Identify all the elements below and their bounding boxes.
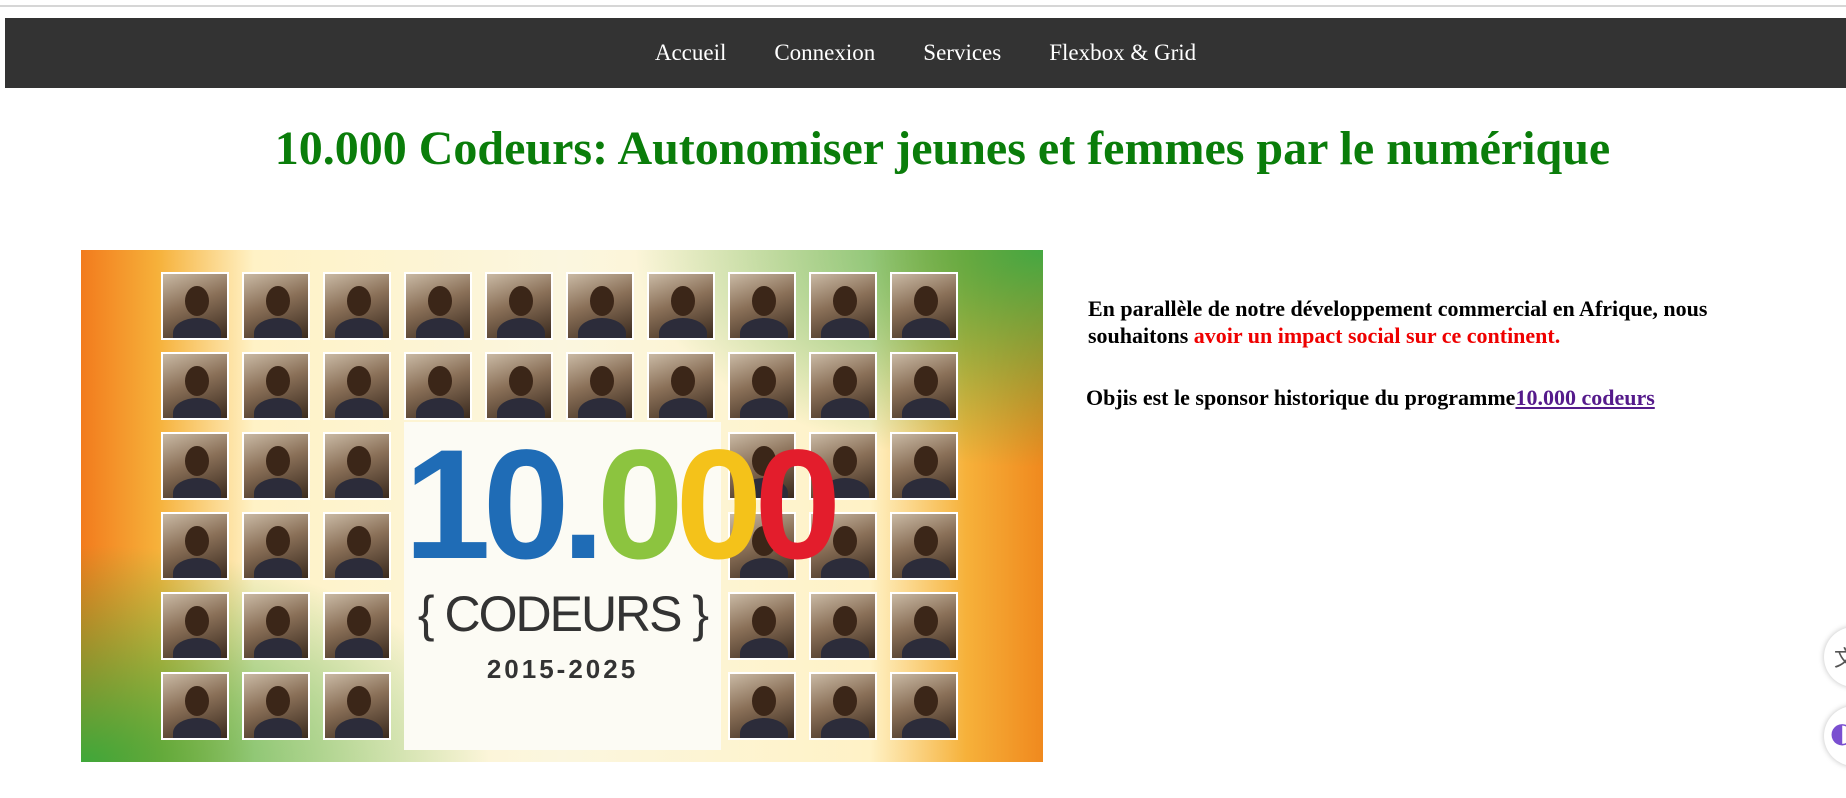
translate-button[interactable]: 文 [1824,627,1846,687]
portrait-photo [242,512,310,580]
portrait-photo [647,352,715,420]
portrait-photo [809,352,877,420]
chat-button[interactable]: ◐ [1824,706,1846,766]
portrait-photo [242,672,310,740]
portrait-photo [890,592,958,660]
logo-digit-zero-3: 0 [754,418,841,592]
portrait-photo [323,432,391,500]
portrait-photo [161,672,229,740]
nav-link-services[interactable]: Services [923,40,1001,66]
logo-word: { CODEURS } [417,586,709,642]
portrait-photo [890,512,958,580]
portrait-photo [242,352,310,420]
portrait-photo [728,272,796,340]
nav-link-flexbox-grid[interactable]: Flexbox & Grid [1049,40,1196,66]
portrait-photo [161,352,229,420]
portrait-photo [728,352,796,420]
portrait-photo [809,272,877,340]
sponsor-paragraph: Objis est le sponsor historique du progr… [1086,384,1806,411]
codeurs-logo: 10.000 { CODEURS } 2015-2025 [404,422,841,750]
portrait-photo [890,672,958,740]
portrait-photo [161,272,229,340]
portrait-photo [566,352,634,420]
portrait-photo [323,592,391,660]
codeurs-banner-image: 10.000 { CODEURS } 2015-2025 [81,250,1043,762]
portrait-photo [728,592,796,660]
portrait-photo [161,592,229,660]
portrait-photo [323,272,391,340]
logo-number: 10.000 [404,427,841,583]
portrait-photo [728,672,796,740]
portrait-photo [161,432,229,500]
intro-highlight: avoir un impact social sur ce continent. [1193,323,1561,348]
portrait-photo [809,592,877,660]
portrait-photo [890,432,958,500]
portrait-photo [404,272,472,340]
sponsor-text: Objis est le sponsor historique du progr… [1086,385,1516,410]
portrait-photo [404,352,472,420]
chat-icon: ◐ [1830,716,1846,749]
logo-digit-zero-2: 0 [675,418,763,592]
logo-digits-10: 10 [404,418,570,592]
portrait-photo [647,272,715,340]
portrait-photo [323,512,391,580]
logo-dot: . [561,418,605,592]
page-title: 10.000 Codeurs: Autonomiser jeunes et fe… [274,122,1611,175]
logo-digit-zero-1: 0 [596,418,684,592]
portrait-photo [890,272,958,340]
nav-link-accueil[interactable]: Accueil [655,40,727,66]
portrait-photo [161,512,229,580]
main-navbar: Accueil Connexion Services Flexbox & Gri… [5,18,1846,88]
portrait-photo [485,352,553,420]
portrait-photo [890,352,958,420]
logo-years: 2015-2025 [486,654,639,684]
nav-link-connexion[interactable]: Connexion [774,40,875,66]
codeurs-program-link[interactable]: 10.000 codeurs [1515,385,1654,410]
translate-icon: 文 [1834,647,1846,672]
portrait-photo [809,672,877,740]
top-border [0,5,1846,7]
portrait-photo [242,272,310,340]
portrait-photo [485,272,553,340]
portrait-photo [323,672,391,740]
portrait-photo [323,352,391,420]
portrait-photo [242,432,310,500]
portrait-photo [566,272,634,340]
intro-paragraph: En parallèle de notre développement comm… [1088,295,1788,349]
portrait-photo [242,592,310,660]
